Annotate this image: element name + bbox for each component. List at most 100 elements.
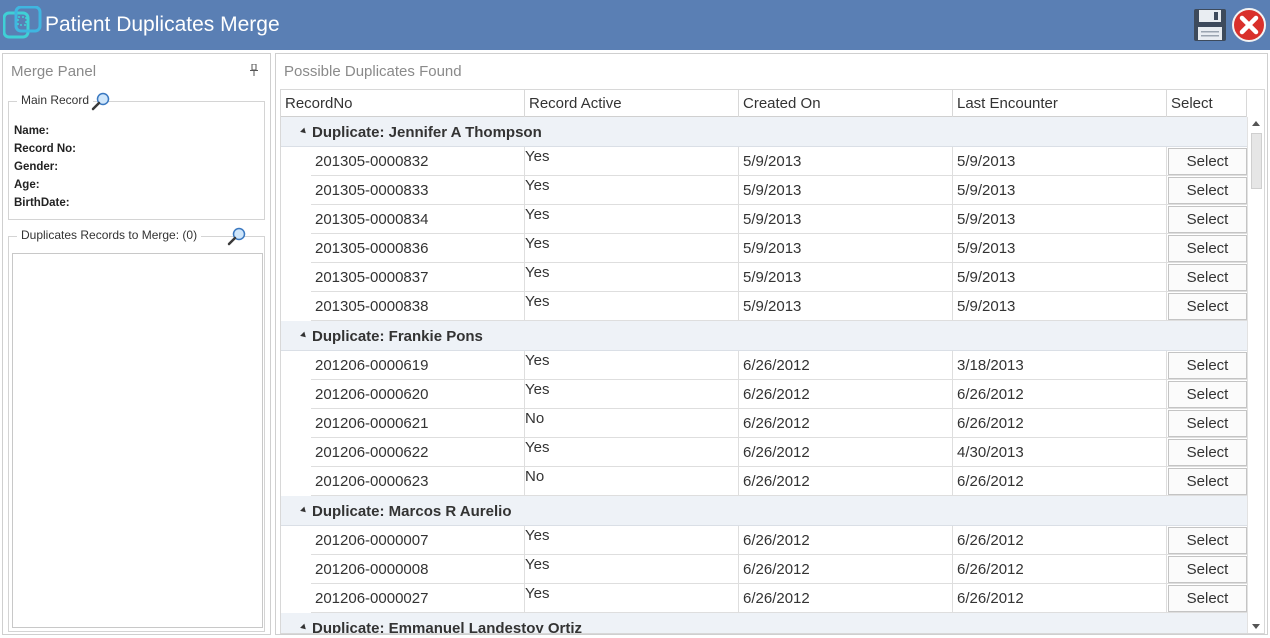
- column-header-created-on[interactable]: Created On: [739, 90, 953, 117]
- select-button[interactable]: Select: [1168, 556, 1247, 583]
- created-on-cell: 5/9/2013: [739, 147, 953, 176]
- select-button[interactable]: Select: [1168, 381, 1247, 408]
- close-icon[interactable]: [1231, 7, 1267, 43]
- age-label: Age:: [14, 179, 40, 191]
- scroll-down-icon[interactable]: [1252, 624, 1260, 629]
- created-on-cell: 5/9/2013: [739, 263, 953, 292]
- pin-icon[interactable]: [250, 64, 258, 76]
- last-encounter-cell: 6/26/2012: [953, 526, 1167, 555]
- record-no-cell: 201206-0000620: [311, 380, 525, 409]
- created-on-cell: 5/9/2013: [739, 176, 953, 205]
- group-header-row[interactable]: Duplicate: Jennifer A Thompson: [281, 117, 1247, 147]
- main-record-fields: Name: Record No: Gender: Age: BirthDate:: [14, 122, 76, 212]
- collapse-triangle-icon[interactable]: [300, 506, 308, 515]
- group-title: Duplicate: Jennifer A Thompson: [312, 124, 542, 141]
- group-header-row[interactable]: Duplicate: Marcos R Aurelio: [281, 496, 1247, 526]
- group-header-row[interactable]: Duplicate: Frankie Pons: [281, 321, 1247, 351]
- merge-panel: Merge Panel Main Record Name: Record No:…: [2, 53, 271, 635]
- table-row[interactable]: 201206-0000620 Yes 6/26/2012 6/26/2012 Selec…: [311, 380, 1247, 409]
- table-row[interactable]: 201305-0000837 Yes 5/9/2013 5/9/2013 Select: [311, 263, 1247, 292]
- table-row[interactable]: 201305-0000832 Yes 5/9/2013 5/9/2013 Select: [311, 147, 1247, 176]
- column-header-recordno[interactable]: RecordNo: [281, 90, 525, 117]
- table-row[interactable]: 201206-0000621 No 6/26/2012 6/26/2012 Select: [311, 409, 1247, 438]
- select-button[interactable]: Select: [1168, 410, 1247, 437]
- select-cell: Select: [1167, 584, 1247, 613]
- duplicates-to-merge-list[interactable]: [12, 253, 263, 628]
- created-on-cell: 6/26/2012: [739, 467, 953, 496]
- table-row[interactable]: 201305-0000833 Yes 5/9/2013 5/9/2013 Select: [311, 176, 1247, 205]
- select-cell: Select: [1167, 147, 1247, 176]
- record-no-cell: 201305-0000838: [311, 292, 525, 321]
- select-cell: Select: [1167, 176, 1247, 205]
- select-cell: Select: [1167, 409, 1247, 438]
- collapse-triangle-icon[interactable]: [300, 331, 308, 340]
- last-encounter-cell: 5/9/2013: [953, 205, 1167, 234]
- select-button[interactable]: Select: [1168, 264, 1247, 291]
- select-cell: Select: [1167, 467, 1247, 496]
- select-button[interactable]: Select: [1168, 468, 1247, 495]
- duplicates-grid: RecordNo Record Active Created On Last E…: [280, 89, 1265, 634]
- collapse-triangle-icon[interactable]: [300, 127, 308, 136]
- last-encounter-cell: 3/18/2013: [953, 351, 1167, 380]
- record-no-label: Record No:: [14, 143, 76, 155]
- save-icon[interactable]: [1192, 7, 1228, 43]
- column-header-select[interactable]: Select: [1167, 90, 1247, 117]
- select-button[interactable]: Select: [1168, 235, 1247, 262]
- record-no-cell: 201305-0000834: [311, 205, 525, 234]
- record-no-cell: 201305-0000833: [311, 176, 525, 205]
- table-row[interactable]: 201305-0000834 Yes 5/9/2013 5/9/2013 Select: [311, 205, 1247, 234]
- title-bar: Patient Duplicates Merge: [0, 0, 1270, 50]
- group-title: Duplicate: Emmanuel Landestoy Ortiz: [312, 620, 583, 634]
- merge-panel-title: Merge Panel: [11, 63, 97, 80]
- duplicates-to-merge-legend: Duplicates Records to Merge: (0): [17, 228, 202, 242]
- select-button[interactable]: Select: [1168, 439, 1247, 466]
- scroll-thumb[interactable]: [1251, 133, 1262, 189]
- select-button[interactable]: Select: [1168, 177, 1247, 204]
- duplicates-panel: Possible Duplicates Found RecordNo Recor…: [275, 53, 1268, 635]
- column-header-last-encounter[interactable]: Last Encounter: [953, 90, 1167, 117]
- table-row[interactable]: 201206-0000622 Yes 6/26/2012 4/30/2013 Selec…: [311, 438, 1247, 467]
- duplicates-panel-title: Possible Duplicates Found: [284, 63, 462, 80]
- record-active-cell: Yes: [525, 292, 739, 321]
- group-header-row-partial[interactable]: Duplicate: Emmanuel Landestoy Ortiz: [281, 613, 1247, 634]
- table-row[interactable]: 201206-0000623 No 6/26/2012 6/26/2012 Select: [311, 467, 1247, 496]
- table-row[interactable]: 201206-0000027 Yes 6/26/2012 6/26/2012 Selec…: [311, 584, 1247, 613]
- search-main-record-icon[interactable]: [91, 91, 111, 111]
- created-on-cell: 6/26/2012: [739, 351, 953, 380]
- last-encounter-cell: 6/26/2012: [953, 555, 1167, 584]
- table-row[interactable]: 201305-0000838 Yes 5/9/2013 5/9/2013 Select: [311, 292, 1247, 321]
- record-active-cell: Yes: [525, 205, 739, 234]
- select-button[interactable]: Select: [1168, 585, 1247, 612]
- record-no-cell: 201305-0000837: [311, 263, 525, 292]
- last-encounter-cell: 6/26/2012: [953, 467, 1167, 496]
- select-button[interactable]: Select: [1168, 352, 1247, 379]
- select-cell: Select: [1167, 205, 1247, 234]
- last-encounter-cell: 6/26/2012: [953, 584, 1167, 613]
- column-header-record-active[interactable]: Record Active: [525, 90, 739, 117]
- select-button[interactable]: Select: [1168, 148, 1247, 175]
- record-active-cell: Yes: [525, 438, 739, 467]
- select-button[interactable]: Select: [1168, 206, 1247, 233]
- select-button[interactable]: Select: [1168, 527, 1247, 554]
- record-no-cell: 201206-0000623: [311, 467, 525, 496]
- search-duplicates-icon[interactable]: [227, 226, 247, 246]
- table-row[interactable]: 201206-0000007 Yes 6/26/2012 6/26/2012 Selec…: [311, 526, 1247, 555]
- collapse-triangle-icon[interactable]: [300, 623, 308, 632]
- select-cell: Select: [1167, 351, 1247, 380]
- select-button[interactable]: Select: [1168, 293, 1247, 320]
- record-no-cell: 201305-0000836: [311, 234, 525, 263]
- scroll-up-icon[interactable]: [1252, 121, 1260, 126]
- app-logo-icon: [3, 6, 42, 39]
- record-no-cell: 201206-0000621: [311, 409, 525, 438]
- table-row[interactable]: 201305-0000836 Yes 5/9/2013 5/9/2013 Select: [311, 234, 1247, 263]
- last-encounter-cell: 5/9/2013: [953, 147, 1167, 176]
- record-active-cell: Yes: [525, 263, 739, 292]
- created-on-cell: 6/26/2012: [739, 438, 953, 467]
- record-active-cell: No: [525, 409, 739, 438]
- table-row[interactable]: 201206-0000619 Yes 6/26/2012 3/18/2013 Selec…: [311, 351, 1247, 380]
- created-on-cell: 5/9/2013: [739, 234, 953, 263]
- select-cell: Select: [1167, 380, 1247, 409]
- select-cell: Select: [1167, 234, 1247, 263]
- table-row[interactable]: 201206-0000008 Yes 6/26/2012 6/26/2012 Selec…: [311, 555, 1247, 584]
- vertical-scrollbar[interactable]: [1247, 117, 1264, 633]
